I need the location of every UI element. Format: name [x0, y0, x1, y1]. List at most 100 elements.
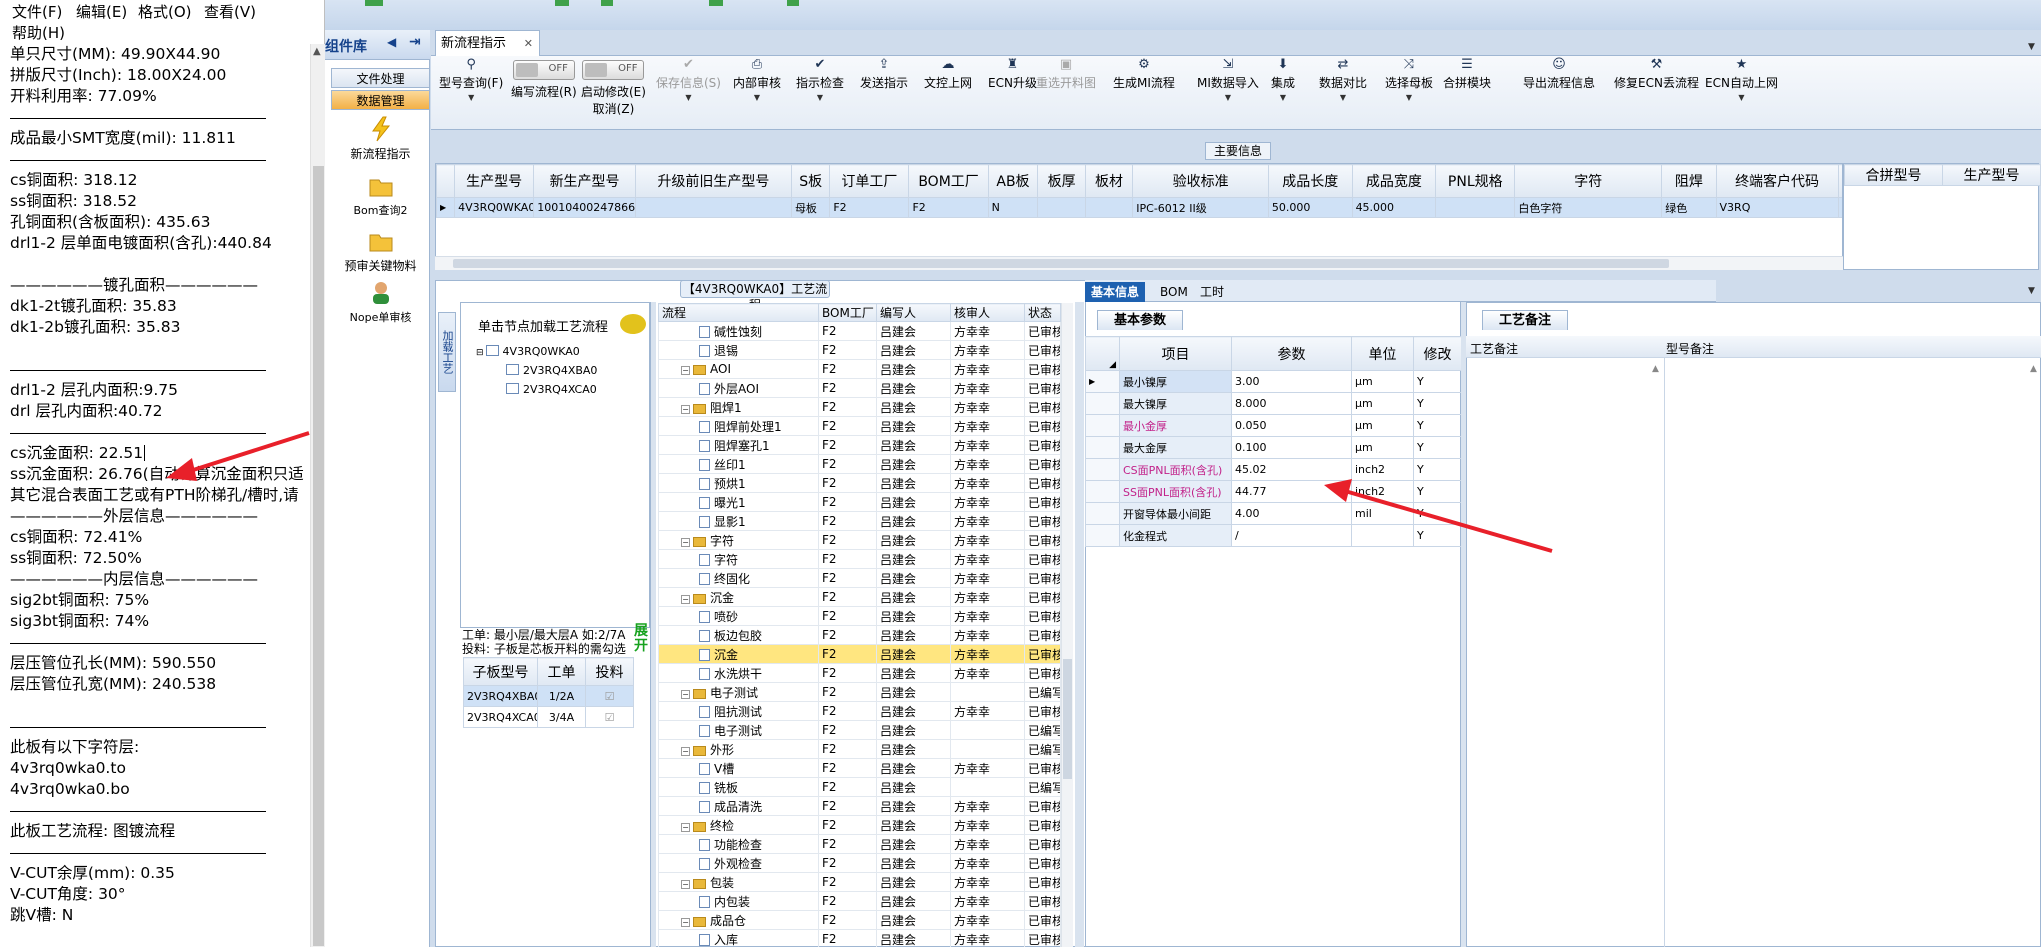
table-row[interactable]: 2V3RQ4XCA0 3/4A ☑: [463, 706, 634, 728]
ribbon-button-9[interactable]: ▣ 重选开料图: [1036, 58, 1096, 91]
col-header[interactable]: 板厚: [1037, 164, 1086, 198]
ribbon-button-15[interactable]: ☰ 合拼模块: [1443, 58, 1491, 91]
flow-row[interactable]: 板边包胶 F2 吕建会 方幸幸 已审核: [658, 625, 1061, 645]
col-header[interactable]: 参数: [1231, 336, 1352, 371]
ribbon-button-3[interactable]: ✔ 保存信息(S) ▼: [656, 58, 721, 103]
col-sub-model[interactable]: 子板型号: [463, 657, 538, 686]
flow-row[interactable]: 外观检查 F2 吕建会 方幸幸 已审核: [658, 853, 1061, 873]
col-header[interactable]: 成品长度: [1267, 164, 1353, 198]
ribbon-button-16[interactable]: ☺ 导出流程信息: [1523, 58, 1595, 91]
tab-basic-params[interactable]: 基本参数: [1097, 310, 1184, 330]
param-value[interactable]: 8.000: [1231, 392, 1352, 415]
ribbon-button-11[interactable]: ⇲ MI数据导入 ▼: [1197, 58, 1259, 103]
param-value[interactable]: /: [1231, 524, 1352, 547]
flow-row[interactable]: V槽 F2 吕建会 方幸幸 已审核: [658, 758, 1061, 778]
chevron-down-icon[interactable]: ▼: [1385, 93, 1433, 102]
menu-file[interactable]: 文件(F): [12, 1, 62, 22]
param-value[interactable]: 0.100: [1231, 436, 1352, 459]
menu-format[interactable]: 格式(O): [138, 1, 192, 22]
collapse-icon[interactable]: −: [681, 404, 690, 414]
tree-node-child[interactable]: 2V3RQ4XBA0: [506, 364, 597, 377]
flow-row[interactable]: − AOI F2 吕建会 方幸幸 已审核: [658, 359, 1061, 379]
scroll-thumb[interactable]: [453, 259, 1669, 268]
col-header[interactable]: 单位: [1351, 336, 1414, 371]
col-header[interactable]: S板: [790, 164, 831, 198]
nav-tool-prereview[interactable]: 预审关键物料: [331, 228, 430, 274]
ribbon-button-12[interactable]: ⬇ 集成 ▼: [1271, 58, 1295, 103]
chevron-down-icon[interactable]: ▼: [1271, 93, 1295, 102]
flow-row[interactable]: − 终检 F2 吕建会 方幸幸 已审核: [658, 815, 1061, 835]
chevron-down-icon[interactable]: ▼: [656, 93, 721, 102]
flow-row[interactable]: 入库 F2 吕建会 方幸幸 已审核: [658, 929, 1061, 947]
tab-work-hours[interactable]: 工时: [1194, 282, 1230, 302]
splitter[interactable]: [1075, 302, 1084, 947]
menu-edit[interactable]: 编辑(E): [76, 1, 127, 22]
col-header[interactable]: BOM工厂: [818, 303, 877, 322]
param-row[interactable]: 化金程式 / Y: [1085, 524, 1462, 547]
col-header[interactable]: 字符: [1514, 164, 1663, 198]
flow-row[interactable]: 电子测试 F2 吕建会 已编写: [658, 720, 1061, 740]
ribbon-button-6[interactable]: ⇪ 发送指示: [860, 58, 908, 91]
param-value[interactable]: 0.050: [1231, 414, 1352, 437]
param-row[interactable]: ▶ 最小镍厚 3.00 μm Y: [1085, 370, 1462, 393]
flow-row[interactable]: − 成品仓 F2 吕建会 方幸幸 已审核: [658, 910, 1061, 930]
tab-basic-info[interactable]: 基本信息: [1085, 282, 1146, 302]
flow-row[interactable]: 阻焊塞孔1 F2 吕建会 方幸幸 已审核: [658, 435, 1061, 455]
ribbon-button-5[interactable]: ✔ 指示检查 ▼: [796, 58, 844, 103]
col-feed[interactable]: 投料: [585, 657, 634, 686]
flow-row[interactable]: 内包装 F2 吕建会 方幸幸 已审核: [658, 891, 1061, 911]
scroll-up-icon[interactable]: ▲: [1652, 364, 1659, 374]
nav-group-file[interactable]: 文件处理: [331, 68, 430, 88]
merge-col-prod[interactable]: 生产型号: [1942, 164, 2041, 186]
ribbon-button-14[interactable]: ⤨ 选择母板 ▼: [1385, 58, 1433, 103]
tab-bom[interactable]: BOM: [1154, 282, 1194, 302]
chevron-down-icon[interactable]: ▼: [1319, 93, 1367, 102]
flow-row[interactable]: 预烘1 F2 吕建会 方幸幸 已审核: [658, 473, 1061, 493]
col-model-notes[interactable]: 型号备注: [1666, 340, 1714, 357]
collapse-icon[interactable]: −: [681, 879, 690, 889]
close-icon[interactable]: ✕: [524, 31, 533, 56]
ribbon-button-0[interactable]: ⚲ 型号查询(F) ▼: [439, 58, 503, 103]
collapse-icon[interactable]: −: [681, 917, 690, 927]
speech-bubble-icon[interactable]: [620, 314, 646, 334]
flow-row[interactable]: 丝印1 F2 吕建会 方幸幸 已审核: [658, 454, 1061, 474]
scroll-thumb[interactable]: [1063, 659, 1072, 779]
toggle-switch[interactable]: OFF: [512, 60, 575, 80]
flow-scrollbar[interactable]: [1061, 303, 1073, 947]
ribbon-button-8[interactable]: ♜ ECN升级: [988, 58, 1037, 91]
toggle-switch[interactable]: OFF: [582, 60, 645, 80]
param-row[interactable]: SS面PNL面积(含孔) 44.77 inch2 Y: [1085, 480, 1462, 503]
param-value[interactable]: 44.77: [1231, 480, 1352, 503]
merge-col-model[interactable]: 合拼型号: [1844, 164, 1943, 186]
feed-checkbox[interactable]: ☑: [585, 706, 634, 728]
side-tab-load[interactable]: 加载工艺: [438, 312, 456, 392]
col-header[interactable]: 项目: [1119, 336, 1232, 371]
flow-row[interactable]: 阻抗测试 F2 吕建会 方幸幸 已审核: [658, 701, 1061, 721]
flow-row[interactable]: 铣板 F2 吕建会 已编写: [658, 777, 1061, 797]
collapse-icon[interactable]: −: [681, 537, 690, 547]
ribbon-button-4[interactable]: ⎙ 内部审核 ▼: [733, 58, 781, 103]
ribbon-button-17[interactable]: ⚒ 修复ECN丢流程: [1614, 58, 1699, 91]
tab-new-flow[interactable]: 新流程指示 ✕: [435, 30, 540, 57]
col-header[interactable]: 终端客户代码: [1715, 164, 1839, 198]
tab-craft-notes[interactable]: 工艺备注: [1482, 310, 1569, 330]
flow-row[interactable]: − 包装 F2 吕建会 方幸幸 已审核: [658, 872, 1061, 892]
tree-node-root[interactable]: ⊟ 4V3RQ0WKA0: [476, 345, 580, 358]
flow-row[interactable]: 曝光1 F2 吕建会 方幸幸 已审核: [658, 492, 1061, 512]
ribbon-overflow-icon[interactable]: ▼: [2028, 42, 2035, 52]
param-row[interactable]: 最大镍厚 8.000 μm Y: [1085, 392, 1462, 415]
table-row[interactable]: 2V3RQ4XBA0 1/2A ☑: [463, 685, 634, 707]
col-header[interactable]: 订单工厂: [829, 164, 910, 198]
collapse-icon[interactable]: −: [681, 822, 690, 832]
ribbon-button-18[interactable]: ★ ECN自动上网 ▼: [1705, 58, 1778, 103]
flow-row[interactable]: − 电子测试 F2 吕建会 已编写: [658, 682, 1061, 702]
col-header[interactable]: 成品宽度: [1351, 164, 1437, 198]
col-header[interactable]: 流程: [658, 303, 819, 322]
ribbon-button-13[interactable]: ⇄ 数据对比 ▼: [1319, 58, 1367, 103]
param-row[interactable]: CS面PNL面积(含孔) 45.02 inch2 Y: [1085, 458, 1462, 481]
chevron-down-icon[interactable]: ▼: [796, 93, 844, 102]
scroll-thumb[interactable]: [313, 166, 324, 946]
chevron-down-icon[interactable]: ▼: [1705, 93, 1778, 102]
menu-help[interactable]: 帮助(H): [12, 22, 65, 43]
chevron-down-icon[interactable]: ▼: [733, 93, 781, 102]
